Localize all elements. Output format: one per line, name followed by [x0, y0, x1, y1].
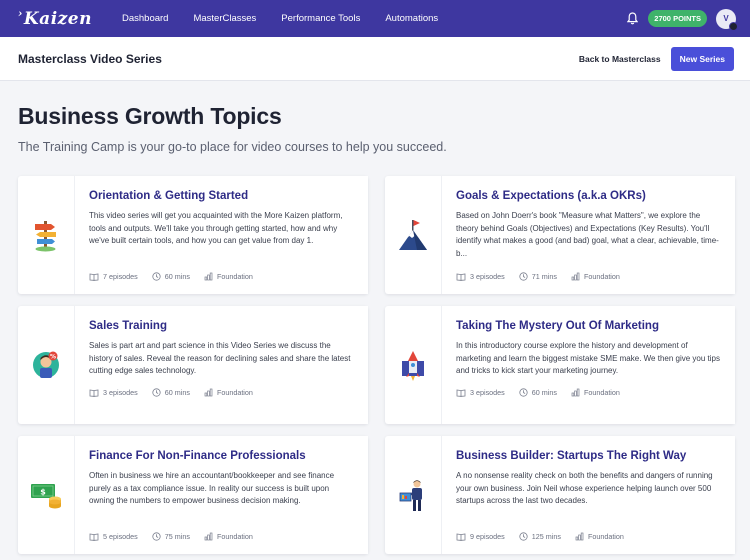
course-title[interactable]: Taking The Mystery Out Of Marketing: [456, 320, 721, 332]
level: Foundation: [587, 532, 624, 541]
nav-link-masterclasses[interactable]: MasterClasses: [193, 13, 256, 24]
level: Foundation: [216, 532, 253, 541]
duration: 60 mins: [531, 388, 557, 397]
course-title[interactable]: Goals & Expectations (a.k.a OKRs): [456, 190, 721, 202]
clock-icon: [519, 388, 528, 397]
duration: 75 mins: [164, 532, 190, 541]
clock-icon: [152, 532, 161, 541]
duration: 60 mins: [164, 388, 190, 397]
top-nav: › Kaizen Dashboard MasterClasses Perform…: [0, 0, 750, 37]
book-icon: [89, 533, 99, 541]
signpost-icon: [18, 176, 74, 294]
course-description: This video series will get you acquainte…: [89, 211, 343, 245]
level: Foundation: [216, 272, 253, 281]
episode-count: 3 episodes: [103, 388, 138, 397]
nav-link-dashboard[interactable]: Dashboard: [122, 13, 168, 24]
bell-icon[interactable]: [625, 12, 639, 26]
points-badge[interactable]: 2700 POINTS: [648, 10, 707, 27]
rocket-icon: [385, 306, 441, 424]
episode-count: 3 episodes: [470, 388, 505, 397]
clock-icon: [519, 272, 528, 281]
episode-count: 5 episodes: [103, 532, 138, 541]
course-card[interactable]: % Sales Training Sales is part art and p…: [18, 306, 368, 424]
clock-icon: [152, 272, 161, 281]
course-description: Based on John Doerr's book "Measure what…: [456, 211, 719, 258]
episode-count: 7 episodes: [103, 272, 138, 281]
course-card[interactable]: Goals & Expectations (a.k.a OKRs) Based …: [385, 176, 735, 294]
avatar-initial: V: [723, 14, 729, 23]
course-card[interactable]: Business Builder: Startups The Right Way…: [385, 436, 735, 554]
page-lead: The Training Camp is your go-to place fo…: [18, 140, 447, 154]
money-icon: $: [18, 436, 74, 554]
nav-link-performance-tools[interactable]: Performance Tools: [281, 13, 360, 24]
clock-icon: [152, 388, 161, 397]
clock-icon: [519, 532, 528, 541]
course-card[interactable]: Taking The Mystery Out Of Marketing In t…: [385, 306, 735, 424]
avatar[interactable]: V: [716, 8, 738, 31]
duration: 60 mins: [164, 272, 190, 281]
course-description: In this introductory course explore the …: [456, 341, 720, 375]
level: Foundation: [216, 388, 253, 397]
book-icon: [456, 273, 466, 281]
main-content: Business Growth Topics The Training Camp…: [0, 81, 750, 554]
svg-text:%: %: [50, 354, 56, 361]
course-title[interactable]: Finance For Non-Finance Professionals: [89, 450, 354, 462]
book-icon: [89, 273, 99, 281]
course-meta: 3 episodes 60 mins Foundation: [89, 388, 354, 397]
course-meta: 9 episodes 125 mins Foundation: [456, 532, 721, 541]
course-title[interactable]: Business Builder: Startups The Right Way: [456, 450, 721, 462]
level-bars-icon: [204, 532, 213, 541]
logo-mark-icon: ›: [18, 7, 23, 20]
level-bars-icon: [571, 388, 580, 397]
nav-link-automations[interactable]: Automations: [385, 13, 438, 24]
kaizen-logo[interactable]: › Kaizen: [18, 7, 92, 29]
avatar-status-icon: [729, 21, 738, 31]
back-to-masterclass-link[interactable]: Back to Masterclass: [579, 54, 661, 64]
logo-text: Kaizen: [23, 8, 92, 29]
course-description: Sales is part art and part science in th…: [89, 341, 351, 375]
new-series-button[interactable]: New Series: [670, 46, 734, 71]
course-meta: 3 episodes 60 mins Foundation: [456, 388, 721, 397]
level: Foundation: [583, 388, 620, 397]
book-icon: [456, 389, 466, 397]
course-meta: 5 episodes 75 mins Foundation: [89, 532, 354, 541]
book-icon: [456, 533, 466, 541]
svg-text:$: $: [40, 488, 46, 497]
level-bars-icon: [575, 532, 584, 541]
nav-links: Dashboard MasterClasses Performance Tool…: [122, 13, 625, 24]
page-section-title: Masterclass Video Series: [18, 51, 162, 66]
salesperson-icon: %: [18, 306, 74, 424]
course-card[interactable]: Orientation & Getting Started This video…: [18, 176, 368, 294]
level-bars-icon: [204, 272, 213, 281]
course-title[interactable]: Orientation & Getting Started: [89, 190, 354, 202]
duration: 71 mins: [531, 272, 557, 281]
episode-count: 3 episodes: [470, 272, 505, 281]
course-description: Often in business we hire an accountant/…: [89, 471, 335, 505]
level-bars-icon: [204, 388, 213, 397]
duration: 125 mins: [531, 532, 561, 541]
course-card[interactable]: $ Finance For Non-Finance Professionals …: [18, 436, 368, 554]
page-title: Business Growth Topics: [18, 103, 282, 129]
course-meta: 3 episodes 71 mins Foundation: [456, 272, 721, 281]
episode-count: 9 episodes: [470, 532, 505, 541]
level-bars-icon: [571, 272, 580, 281]
mountain-flag-icon: [385, 176, 441, 294]
course-grid: Orientation & Getting Started This video…: [18, 176, 735, 554]
sub-header: Masterclass Video Series Back to Masterc…: [0, 37, 750, 81]
course-description: A no nonsense reality check on both the …: [456, 471, 713, 505]
course-title[interactable]: Sales Training: [89, 320, 354, 332]
course-meta: 7 episodes 60 mins Foundation: [89, 272, 354, 281]
presenter-icon: [385, 436, 441, 554]
book-icon: [89, 389, 99, 397]
level: Foundation: [583, 272, 620, 281]
